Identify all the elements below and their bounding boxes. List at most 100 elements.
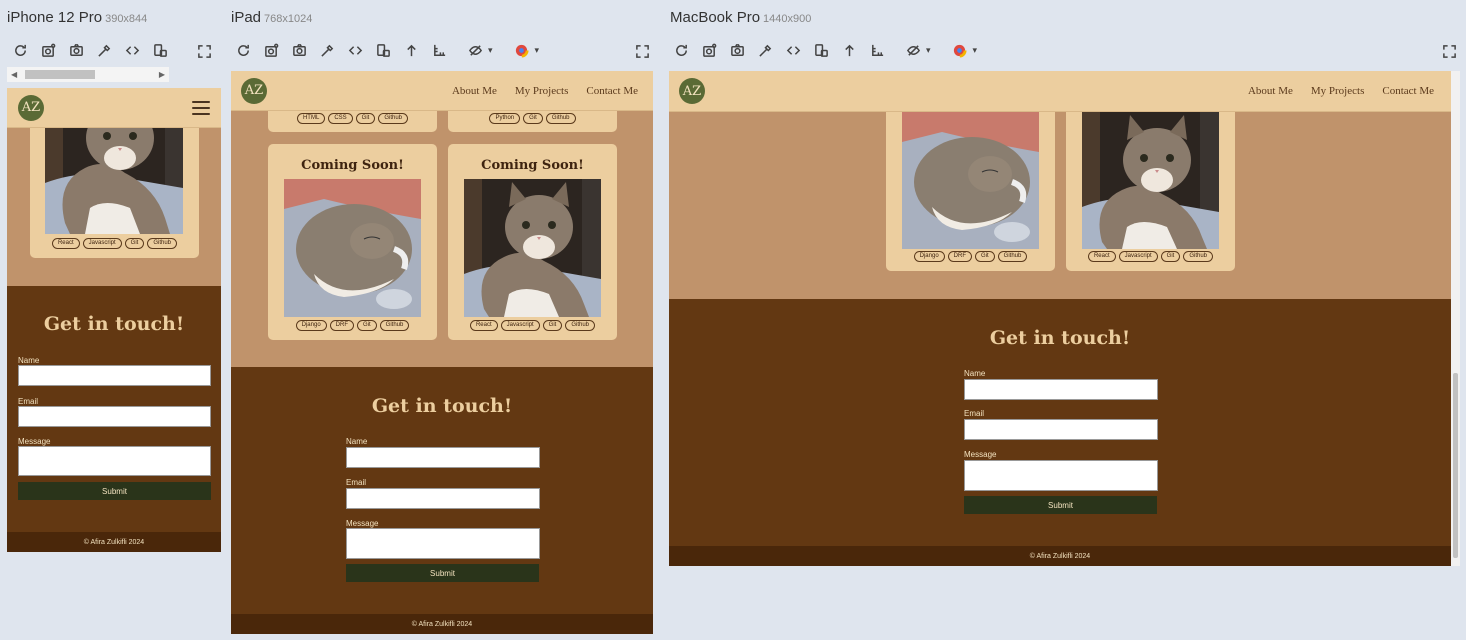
- tag: Javascript: [82, 238, 122, 249]
- tag: Python: [489, 113, 521, 124]
- eyedropper-icon[interactable]: [756, 41, 774, 59]
- scroll-right-icon[interactable]: ▶: [159, 70, 165, 79]
- tag: Github: [997, 251, 1028, 262]
- cat-photo-sleeping: [902, 112, 1039, 249]
- name-label: Name: [964, 369, 986, 378]
- nav-contact[interactable]: Contact Me: [586, 85, 638, 97]
- ipad-viewport: HTML CSS Git Github Python Git Github Co…: [231, 71, 653, 634]
- camera-icon[interactable]: [728, 41, 746, 59]
- nav-projects[interactable]: My Projects: [515, 85, 568, 97]
- email-input[interactable]: [964, 419, 1158, 440]
- name-input[interactable]: [346, 447, 540, 468]
- expand-icon[interactable]: [195, 42, 213, 60]
- code-icon[interactable]: [346, 41, 364, 59]
- submit-button[interactable]: Submit: [346, 564, 539, 582]
- chevron-down-icon[interactable]: ▾: [488, 45, 493, 56]
- nav-contact[interactable]: Contact Me: [1382, 85, 1434, 97]
- eyedropper-icon[interactable]: [95, 41, 113, 59]
- ruler-icon[interactable]: [868, 41, 886, 59]
- tag: CSS: [328, 113, 353, 124]
- code-icon[interactable]: [123, 41, 141, 59]
- site-logo[interactable]: AZ: [18, 94, 44, 121]
- tag: Git: [124, 238, 145, 249]
- eyedropper-icon[interactable]: [318, 41, 336, 59]
- tag: DRF: [329, 320, 354, 331]
- email-label: Email: [964, 409, 985, 418]
- chevron-down-icon[interactable]: ▾: [973, 45, 978, 56]
- refresh-icon[interactable]: [234, 41, 252, 59]
- expand-icon[interactable]: [1440, 42, 1458, 60]
- code-icon[interactable]: [784, 41, 802, 59]
- tag: Git: [355, 113, 376, 124]
- scrollbar-thumb[interactable]: [25, 70, 95, 79]
- iphone-viewport: React Javascript Git Github AZ Get in to…: [7, 88, 221, 552]
- message-textarea[interactable]: [964, 460, 1158, 491]
- tag: Github: [147, 238, 178, 249]
- cat-photo-sleeping: [284, 179, 421, 317]
- ruler-icon[interactable]: [430, 41, 448, 59]
- tag: Django: [913, 251, 945, 262]
- screenshot-settings-icon[interactable]: [262, 41, 280, 59]
- horizontal-scrollbar[interactable]: ◀ ▶: [7, 67, 169, 82]
- email-input[interactable]: [346, 488, 540, 509]
- arrow-up-icon[interactable]: [402, 41, 420, 59]
- message-textarea[interactable]: [18, 446, 211, 476]
- rotate-icon[interactable]: [812, 41, 830, 59]
- message-label: Message: [18, 437, 51, 446]
- hamburger-menu-icon[interactable]: [192, 100, 210, 115]
- device-toolbar: ▾ ▾: [234, 40, 539, 60]
- refresh-icon[interactable]: [672, 41, 690, 59]
- refresh-icon[interactable]: [11, 41, 29, 59]
- tag-list: Django DRF Git Github: [268, 320, 437, 331]
- eye-off-icon[interactable]: [904, 41, 922, 59]
- email-input[interactable]: [18, 406, 211, 427]
- screenshot-settings-icon[interactable]: [39, 41, 57, 59]
- device-title: iPhone 12 Pro 390x844: [7, 9, 148, 26]
- site-footer: © Afira Zulkifli 2024: [231, 614, 653, 634]
- site-footer: © Afira Zulkifli 2024: [669, 546, 1451, 566]
- chevron-down-icon[interactable]: ▾: [535, 45, 540, 56]
- camera-icon[interactable]: [290, 41, 308, 59]
- eye-off-icon[interactable]: [466, 41, 484, 59]
- site-header: AZ: [7, 88, 221, 128]
- name-label: Name: [346, 437, 368, 446]
- rotate-icon[interactable]: [151, 41, 169, 59]
- screenshot-settings-icon[interactable]: [700, 41, 718, 59]
- site-logo[interactable]: AZ: [679, 78, 705, 104]
- tag: React: [51, 238, 80, 249]
- site-header: AZ About Me My Projects Contact Me: [231, 71, 653, 111]
- tag: Git: [357, 320, 377, 331]
- chevron-down-icon[interactable]: ▾: [926, 45, 931, 56]
- name-input[interactable]: [18, 365, 211, 386]
- submit-button[interactable]: Submit: [18, 482, 211, 500]
- contact-section: Get in touch! Name Email Message Submit: [7, 286, 221, 532]
- tag: React: [469, 320, 498, 331]
- expand-icon[interactable]: [633, 42, 651, 60]
- camera-icon[interactable]: [67, 41, 85, 59]
- name-label: Name: [18, 356, 40, 365]
- tag-list: HTML CSS Git Github: [268, 113, 437, 124]
- arrow-up-icon[interactable]: [840, 41, 858, 59]
- vertical-scrollbar[interactable]: [1451, 71, 1460, 566]
- nav-about[interactable]: About Me: [452, 85, 497, 97]
- color-wheel-icon[interactable]: [951, 41, 969, 59]
- scroll-left-icon[interactable]: ◀: [11, 70, 17, 79]
- tag: Github: [379, 320, 410, 331]
- site-header: AZ About Me My Projects Contact Me: [669, 71, 1451, 112]
- rotate-icon[interactable]: [374, 41, 392, 59]
- site-logo[interactable]: AZ: [241, 77, 267, 104]
- tag: Git: [523, 113, 543, 124]
- tag: Github: [378, 113, 409, 124]
- scrollbar-thumb[interactable]: [1453, 373, 1458, 558]
- name-input[interactable]: [964, 379, 1158, 400]
- message-textarea[interactable]: [346, 528, 540, 559]
- contact-section: Get in touch! Name Email Message Submit: [669, 299, 1451, 546]
- color-wheel-icon[interactable]: [513, 41, 531, 59]
- tag: DRF: [947, 251, 972, 262]
- tag-list: React Javascript Git Github: [30, 238, 199, 249]
- email-label: Email: [346, 478, 367, 487]
- contact-title: Get in touch!: [989, 327, 1131, 349]
- submit-button[interactable]: Submit: [964, 496, 1157, 514]
- nav-about[interactable]: About Me: [1248, 85, 1293, 97]
- nav-projects[interactable]: My Projects: [1311, 85, 1364, 97]
